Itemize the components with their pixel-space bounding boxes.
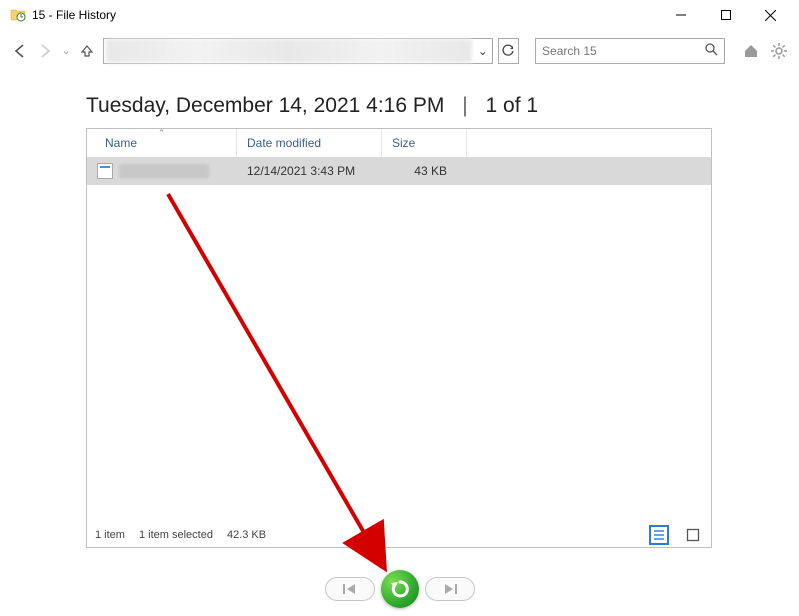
address-dropdown-icon[interactable]: ⌄ <box>474 44 492 58</box>
search-placeholder: Search 15 <box>542 44 597 58</box>
file-name-redacted <box>119 164 209 178</box>
refresh-button[interactable] <box>498 38 519 64</box>
file-list-pane: ⌃ Name Date modified Size 12/14/2021 3:4… <box>86 128 712 548</box>
column-header-name[interactable]: ⌃ Name <box>87 129 237 157</box>
status-selected: 1 item selected <box>139 529 213 541</box>
previous-version-button[interactable] <box>325 577 375 601</box>
details-view-button[interactable] <box>649 525 669 545</box>
folder-history-icon <box>10 6 26 25</box>
minimize-button[interactable] <box>658 0 703 30</box>
recent-locations-button[interactable]: ⌄ <box>60 39 71 63</box>
up-button[interactable] <box>78 39 97 63</box>
cell-size: 43 KB <box>382 164 467 178</box>
sort-asc-icon: ⌃ <box>158 128 166 139</box>
cell-date: 12/14/2021 3:43 PM <box>237 164 382 178</box>
search-icon <box>705 43 718 59</box>
window-title: 15 - File History <box>32 8 116 22</box>
restore-button[interactable] <box>381 570 419 608</box>
search-input[interactable]: Search 15 <box>535 38 725 64</box>
status-item-count: 1 item <box>95 529 125 541</box>
document-icon <box>97 163 113 179</box>
column-header-size[interactable]: Size <box>382 129 467 157</box>
cell-name <box>87 163 237 179</box>
home-icon[interactable] <box>741 41 761 61</box>
status-size: 42.3 KB <box>227 529 266 541</box>
status-bar: 1 item 1 item selected 42.3 KB <box>87 521 711 547</box>
address-bar[interactable]: ⌄ <box>103 38 493 64</box>
tiles-view-button[interactable] <box>683 525 703 545</box>
column-headers: ⌃ Name Date modified Size <box>87 129 711 157</box>
version-timestamp: Tuesday, December 14, 2021 4:16 PM <box>86 94 444 117</box>
maximize-button[interactable] <box>703 0 748 30</box>
table-row[interactable]: 12/14/2021 3:43 PM 43 KB <box>87 157 711 185</box>
column-header-date[interactable]: Date modified <box>237 129 382 157</box>
heading-separator: | <box>462 94 467 117</box>
next-version-button[interactable] <box>425 577 475 601</box>
back-button[interactable] <box>10 39 29 63</box>
address-path <box>106 39 472 63</box>
gear-icon[interactable] <box>769 41 789 61</box>
page-indicator: 1 of 1 <box>486 94 539 117</box>
column-header-blank <box>467 129 711 157</box>
forward-button[interactable] <box>35 39 54 63</box>
close-button[interactable] <box>748 0 793 30</box>
